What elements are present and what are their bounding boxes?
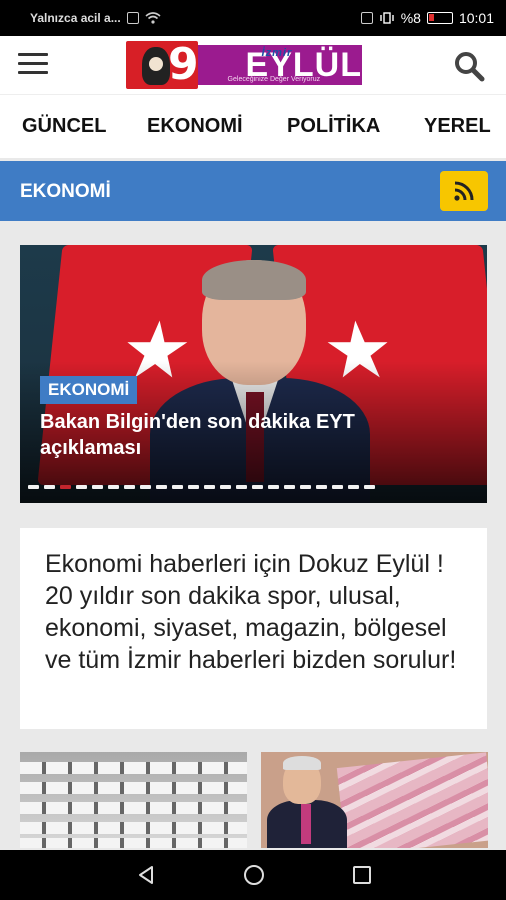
tab-guncel[interactable]: GÜNCEL xyxy=(22,115,106,138)
banknotes-image xyxy=(336,752,488,848)
slider-dot[interactable] xyxy=(92,485,103,489)
slider-dot[interactable] xyxy=(348,485,359,489)
slider-dot[interactable] xyxy=(236,485,247,489)
section-header: EKONOMİ xyxy=(0,161,506,221)
hamburger-menu-icon[interactable] xyxy=(18,53,48,75)
vibrate-icon xyxy=(380,12,394,24)
news-thumbnail-money[interactable] xyxy=(261,752,488,848)
nfc-icon xyxy=(360,12,373,24)
slider-dot[interactable] xyxy=(28,485,39,489)
status-bar: Yalnızca acil a... %8 10:01 xyxy=(0,0,506,36)
slider-dot[interactable] xyxy=(44,485,55,489)
recents-square-icon[interactable] xyxy=(350,864,374,886)
status-right: %8 10:01 xyxy=(360,10,494,26)
clock: 10:01 xyxy=(458,10,494,26)
battery-percent: %8 xyxy=(400,10,421,26)
app-bar: 9 İzmir EYLÜL Geleceğinize Değer Veriyor… xyxy=(0,36,506,94)
hero-category-badge[interactable]: EKONOMİ xyxy=(40,376,138,404)
status-left: Yalnızca acil a... xyxy=(30,11,161,25)
slider-dot[interactable] xyxy=(220,485,231,489)
slider-dot[interactable] xyxy=(188,485,199,489)
car-row xyxy=(20,838,247,848)
slider-dot[interactable] xyxy=(124,485,135,489)
slider-dot[interactable] xyxy=(156,485,167,489)
slider-dot[interactable] xyxy=(364,485,375,489)
thumbnail-person xyxy=(267,752,347,848)
rss-icon[interactable] xyxy=(440,171,488,211)
tab-yerel[interactable]: YEREL xyxy=(424,115,491,138)
section-title: EKONOMİ xyxy=(20,181,111,202)
hero-headline[interactable]: Bakan Bilgin'den son dakika EYT açıklama… xyxy=(40,409,460,461)
description-text: Ekonomi haberleri için Dokuz Eylül ! 20 … xyxy=(45,550,457,674)
hero-slider[interactable]: ★ ★ EKONOMİ Bakan Bilgin'den son dakika … xyxy=(20,245,487,503)
logo-subtitle: Geleceğinize Değer Veriyoruz xyxy=(227,76,321,83)
site-logo[interactable]: 9 İzmir EYLÜL Geleceğinize Değer Veriyor… xyxy=(126,40,362,90)
description-card: Ekonomi haberleri için Dokuz Eylül ! 20 … xyxy=(20,528,487,729)
wifi-icon xyxy=(145,12,161,24)
slider-dot-active[interactable] xyxy=(60,485,71,489)
car-row xyxy=(20,802,247,814)
system-nav-bar xyxy=(0,850,506,900)
logo-wordmark: İzmir EYLÜL Geleceğinize Değer Veriyoruz xyxy=(197,45,362,85)
logo-izmir: İzmir xyxy=(261,47,293,59)
slider-dot[interactable] xyxy=(172,485,183,489)
battery-icon xyxy=(426,12,453,24)
notification-icon xyxy=(126,12,139,24)
slider-dot[interactable] xyxy=(76,485,87,489)
hero-gradient xyxy=(20,245,487,503)
slider-dot[interactable] xyxy=(140,485,151,489)
car-row xyxy=(20,822,247,834)
slider-dot[interactable] xyxy=(300,485,311,489)
logo-nine-mark: 9 xyxy=(168,41,198,89)
status-left-text: Yalnızca acil a... xyxy=(30,11,121,25)
slider-dot[interactable] xyxy=(252,485,263,489)
logo-emblem: 9 xyxy=(126,41,198,89)
home-circle-icon[interactable] xyxy=(242,864,266,886)
slider-pagination xyxy=(28,485,375,489)
news-thumbnail-cars[interactable] xyxy=(20,752,247,848)
category-tabs: GÜNCEL EKONOMİ POLİTİKA YEREL xyxy=(0,94,506,158)
slider-dot[interactable] xyxy=(316,485,327,489)
tab-ekonomi[interactable]: EKONOMİ xyxy=(147,115,243,138)
back-triangle-icon[interactable] xyxy=(134,864,158,886)
car-row xyxy=(20,762,247,774)
tab-politika[interactable]: POLİTİKA xyxy=(287,115,380,138)
slider-dot[interactable] xyxy=(204,485,215,489)
slider-dot[interactable] xyxy=(284,485,295,489)
car-row xyxy=(20,782,247,794)
slider-dot[interactable] xyxy=(332,485,343,489)
slider-dot[interactable] xyxy=(268,485,279,489)
slider-dot[interactable] xyxy=(108,485,119,489)
search-icon[interactable] xyxy=(452,50,486,82)
logo-portrait xyxy=(142,47,170,85)
